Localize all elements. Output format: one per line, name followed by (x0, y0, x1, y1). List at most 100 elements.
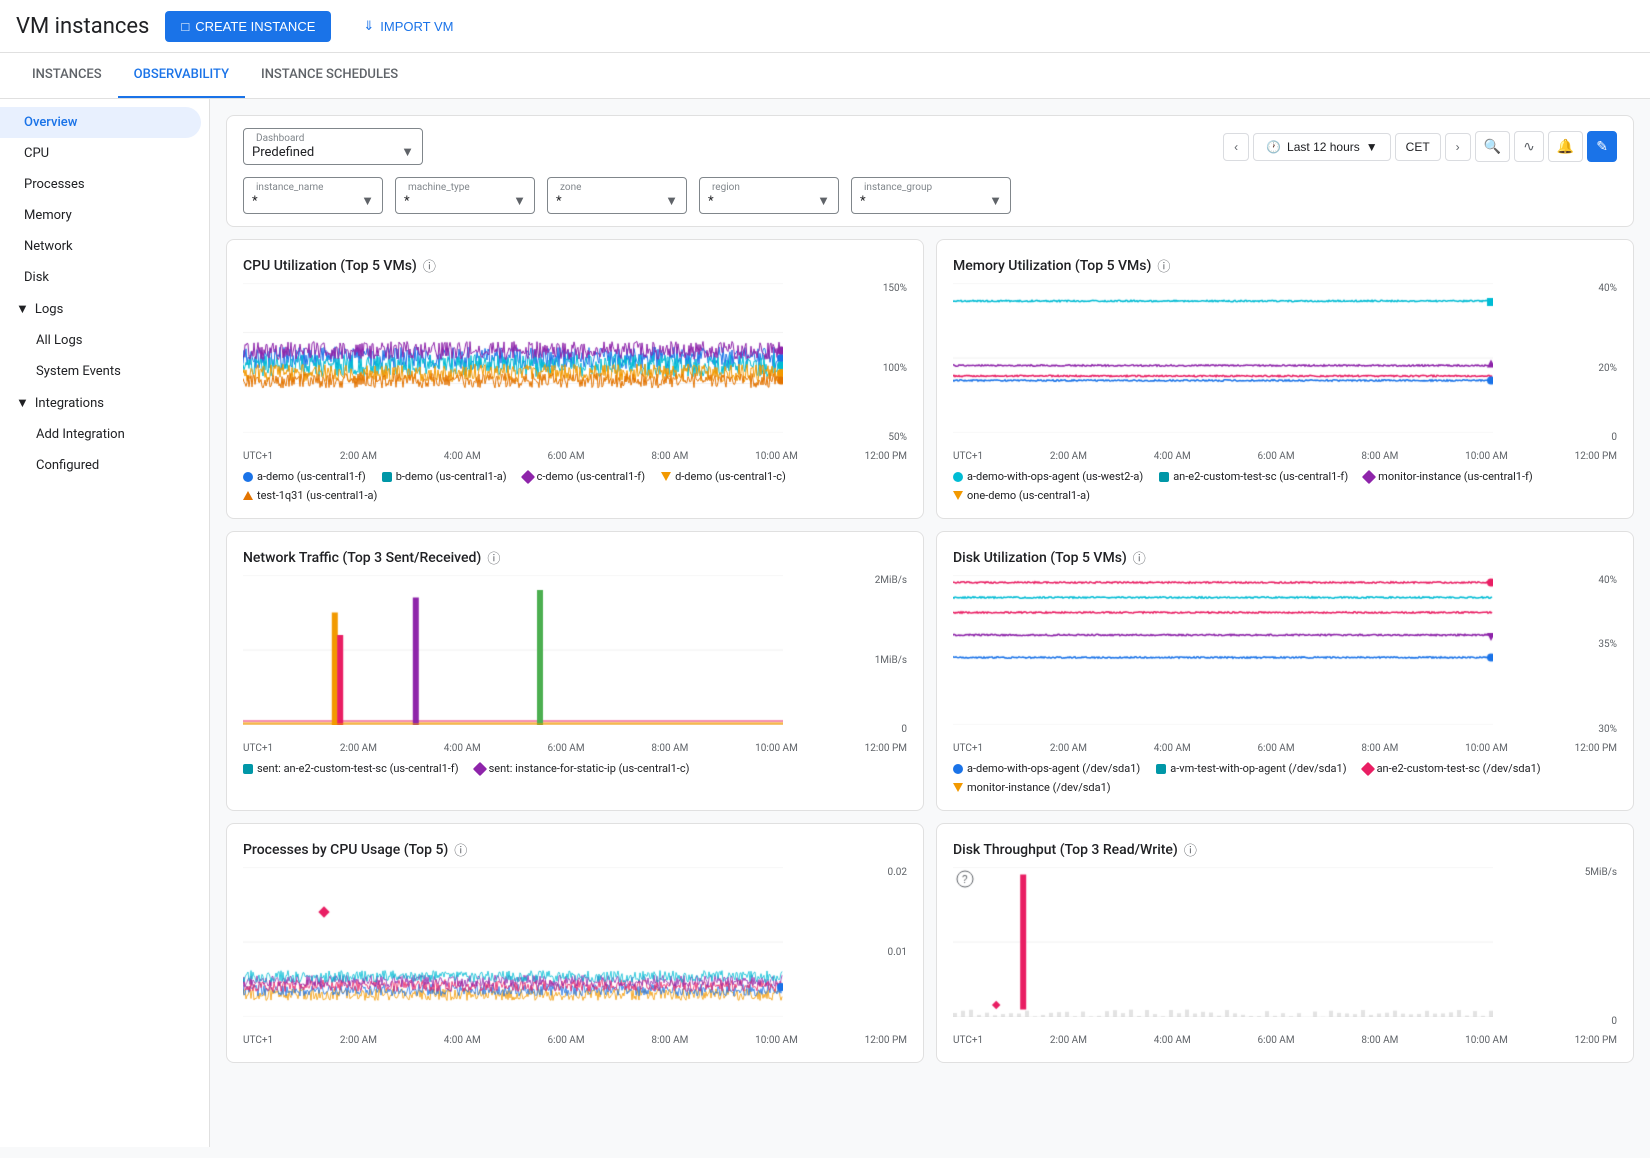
dropdown-arrow-2: ▼ (513, 193, 526, 209)
legend-item: a-vm-test-with-op-agent (/dev/sda1) (1156, 762, 1346, 775)
pause-button[interactable]: ∿ (1514, 131, 1544, 162)
sidebar-section-integrations[interactable]: ▼ Integrations (0, 387, 209, 419)
processes-chart-canvas (243, 867, 783, 1017)
sidebar: Overview CPU Processes Memory Network Di… (0, 99, 210, 1147)
network-x-labels: UTC+12:00 AM4:00 AM6:00 AM8:00 AM10:00 A… (243, 743, 907, 754)
sidebar-item-overview[interactable]: Overview (0, 107, 201, 138)
tab-instance-schedules[interactable]: INSTANCE SCHEDULES (245, 53, 414, 98)
disk-util-legend: a-demo-with-ops-agent (/dev/sda1) a-vm-t… (953, 762, 1617, 794)
cpu-legend: a-demo (us-central1-f) b-demo (us-centra… (243, 470, 907, 502)
chart-processes-cpu: Processes by CPU Usage (Top 5) ⓘ 0.02 0.… (226, 823, 924, 1063)
prev-time-button[interactable]: ‹ (1223, 133, 1249, 161)
memory-chart-area: 40% 20% 0 (953, 283, 1617, 443)
processes-x-labels: UTC+12:00 AM4:00 AM6:00 AM8:00 AM10:00 A… (243, 1035, 907, 1046)
legend-item: c-demo (us-central1-f) (523, 470, 645, 483)
edit-button[interactable]: ✎ (1587, 131, 1617, 162)
disk-throughput-chart-area: 5MiB/s 0 (953, 867, 1617, 1027)
sidebar-item-memory[interactable]: Memory (0, 200, 201, 231)
create-instance-button[interactable]: □ CREATE INSTANCE (165, 11, 331, 42)
network-chart-area: 2MiB/s 1MiB/s 0 (243, 575, 907, 735)
disk-throughput-help-icon[interactable]: ⓘ (1184, 840, 1197, 859)
processes-help-icon[interactable]: ⓘ (454, 840, 467, 859)
legend-item: sent: instance-for-static-ip (us-central… (475, 762, 690, 775)
chart-cpu-utilization: CPU Utilization (Top 5 VMs) ⓘ 150% 100% … (226, 239, 924, 519)
filter-region[interactable]: region * ▼ (699, 177, 839, 214)
legend-item: a-demo (us-central1-f) (243, 470, 366, 483)
time-range-button[interactable]: 🕐 Last 12 hours ▼ (1253, 133, 1391, 161)
disk-throughput-chart-canvas (953, 867, 1493, 1017)
memory-chart-canvas (953, 283, 1493, 433)
legend-item: one-demo (us-central1-a) (953, 489, 1090, 502)
next-time-button[interactable]: › (1445, 133, 1471, 161)
dashboard-select[interactable]: Dashboard Predefined ▼ (243, 128, 423, 165)
disk-util-chart-canvas (953, 575, 1493, 725)
disk-throughput-x-labels: UTC+12:00 AM4:00 AM6:00 AM8:00 AM10:00 A… (953, 1035, 1617, 1046)
legend-item: sent: an-e2-custom-test-sc (us-central1-… (243, 762, 459, 775)
legend-item: monitor-instance (/dev/sda1) (953, 781, 1111, 794)
main-layout: Overview CPU Processes Memory Network Di… (0, 99, 1650, 1147)
clock-icon: 🕐 (1266, 140, 1281, 154)
sidebar-item-disk[interactable]: Disk (0, 262, 201, 293)
dashboard-controls: Dashboard Predefined ▼ ‹ 🕐 Last 12 hours… (226, 115, 1634, 227)
chart-memory-utilization: Memory Utilization (Top 5 VMs) ⓘ 40% 20%… (936, 239, 1634, 519)
import-icon: ⇓ (363, 18, 374, 34)
legend-item: an-e2-custom-test-sc (us-central1-f) (1159, 470, 1348, 483)
timezone-button[interactable]: CET (1395, 133, 1441, 161)
network-legend: sent: an-e2-custom-test-sc (us-central1-… (243, 762, 907, 775)
legend-item: d-demo (us-central1-c) (661, 470, 786, 483)
filter-instance-group[interactable]: instance_group * ▼ (851, 177, 1011, 214)
legend-item: a-demo-with-ops-agent (/dev/sda1) (953, 762, 1140, 775)
network-help-icon[interactable]: ⓘ (487, 548, 500, 567)
chart-disk-utilization: Disk Utilization (Top 5 VMs) ⓘ 40% 35% 3… (936, 531, 1634, 811)
memory-help-icon[interactable]: ⓘ (1157, 256, 1170, 275)
legend-item: a-demo-with-ops-agent (us-west2-a) (953, 470, 1143, 483)
dropdown-arrow-3: ▼ (665, 193, 678, 209)
tabs: INSTANCES OBSERVABILITY INSTANCE SCHEDUL… (0, 53, 1650, 99)
processes-chart-area: 0.02 0.01 (243, 867, 907, 1027)
filter-machine-type[interactable]: machine_type * ▼ (395, 177, 535, 214)
cpu-chart-canvas (243, 283, 783, 433)
alert-button[interactable]: 🔔 (1548, 131, 1583, 162)
page-title: VM instances (16, 14, 149, 39)
disk-util-chart-area: 40% 35% 30% (953, 575, 1617, 735)
sidebar-item-cpu[interactable]: CPU (0, 138, 201, 169)
tab-observability[interactable]: OBSERVABILITY (118, 53, 245, 98)
filter-instance-name[interactable]: instance_name * ▼ (243, 177, 383, 214)
sidebar-item-network[interactable]: Network (0, 231, 201, 262)
dropdown-arrow-5: ▼ (989, 193, 1002, 209)
dropdown-arrow-4: ▼ (817, 193, 830, 209)
dropdown-arrow-1: ▼ (361, 193, 374, 209)
network-chart-canvas (243, 575, 783, 725)
tab-instances[interactable]: INSTANCES (16, 53, 118, 98)
create-icon: □ (181, 19, 189, 34)
chart-network-traffic: Network Traffic (Top 3 Sent/Received) ⓘ … (226, 531, 924, 811)
chart-disk-throughput: Disk Throughput (Top 3 Read/Write) ⓘ 5Mi… (936, 823, 1634, 1063)
cpu-help-icon[interactable]: ⓘ (423, 256, 436, 275)
chevron-down-icon-2: ▼ (16, 395, 29, 411)
dropdown-arrow: ▼ (401, 144, 414, 160)
import-vm-button[interactable]: ⇓ IMPORT VM (347, 10, 469, 42)
memory-x-labels: UTC+12:00 AM4:00 AM6:00 AM8:00 AM10:00 A… (953, 451, 1617, 462)
legend-item: monitor-instance (us-central1-f) (1364, 470, 1533, 483)
sidebar-item-configured[interactable]: Configured (0, 450, 201, 481)
search-button[interactable]: 🔍 (1475, 131, 1510, 162)
disk-util-x-labels: UTC+12:00 AM4:00 AM6:00 AM8:00 AM10:00 A… (953, 743, 1617, 754)
content-area: Dashboard Predefined ▼ ‹ 🕐 Last 12 hours… (210, 99, 1650, 1147)
disk-util-help-icon[interactable]: ⓘ (1133, 548, 1146, 567)
sidebar-item-all-logs[interactable]: All Logs (0, 325, 201, 356)
legend-item: an-e2-custom-test-sc (/dev/sda1) (1363, 762, 1541, 775)
chevron-down-icon: ▼ (16, 301, 29, 317)
sidebar-item-add-integration[interactable]: Add Integration (0, 419, 201, 450)
sidebar-section-logs[interactable]: ▼ Logs (0, 293, 209, 325)
charts-grid: CPU Utilization (Top 5 VMs) ⓘ 150% 100% … (226, 239, 1634, 1063)
sidebar-item-processes[interactable]: Processes (0, 169, 201, 200)
filters-row: instance_name * ▼ machine_type * ▼ (243, 177, 1617, 214)
filter-zone[interactable]: zone * ▼ (547, 177, 687, 214)
header: VM instances □ CREATE INSTANCE ⇓ IMPORT … (0, 0, 1650, 53)
memory-legend: a-demo-with-ops-agent (us-west2-a) an-e2… (953, 470, 1617, 502)
cpu-x-labels: UTC+12:00 AM4:00 AM6:00 AM8:00 AM10:00 A… (243, 451, 907, 462)
cpu-chart-area: 150% 100% 50% (243, 283, 907, 443)
time-controls: ‹ 🕐 Last 12 hours ▼ CET › 🔍 ∿ 🔔 ✎ (1223, 131, 1617, 162)
legend-item: test-1q31 (us-central1-a) (243, 489, 377, 502)
sidebar-item-system-events[interactable]: System Events (0, 356, 201, 387)
